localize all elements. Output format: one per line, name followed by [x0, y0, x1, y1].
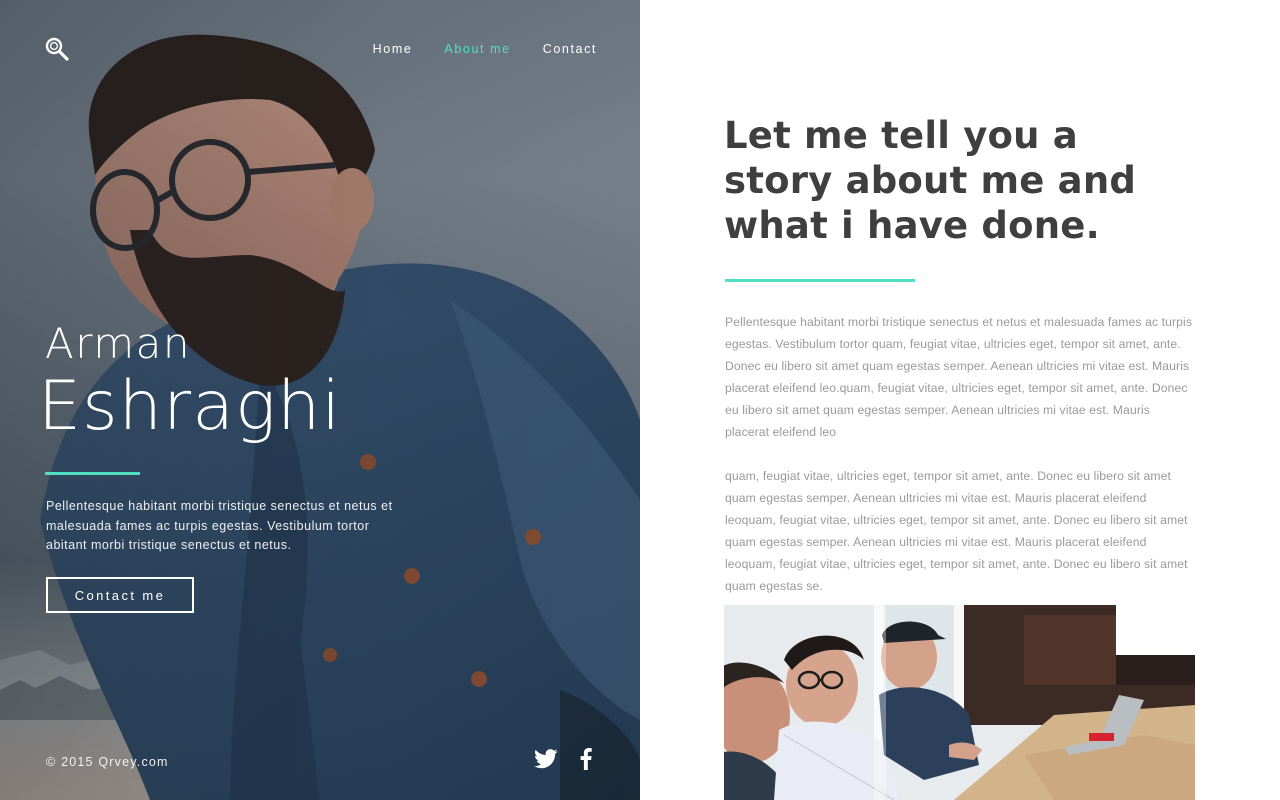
story-paragraph-1: Pellentesque habitant morbi tristique se…	[725, 315, 1193, 439]
facebook-icon[interactable]	[580, 748, 592, 775]
social-links	[534, 748, 592, 775]
hero-section: Home About me Contact Arman Eshraghi Pel…	[0, 0, 640, 800]
story-accent-divider	[725, 279, 915, 282]
hero-accent-divider	[45, 472, 140, 475]
story-heading: Let me tell you a story about me and wha…	[724, 114, 1137, 247]
contact-me-button[interactable]: Contact me	[46, 577, 194, 613]
magnifier-logo-icon[interactable]	[44, 36, 70, 62]
story-paragraph-2: quam, feugiat vitae, ultricies eget, tem…	[725, 469, 1188, 593]
main-nav: Home About me Contact	[373, 40, 597, 58]
nav-item-contact[interactable]: Contact	[543, 40, 597, 58]
twitter-icon[interactable]	[534, 749, 558, 774]
nav-item-about-me[interactable]: About me	[444, 40, 510, 58]
nav-item-home[interactable]: Home	[373, 40, 413, 58]
copyright-text: © 2015 Qrvey.com	[46, 755, 169, 769]
hero-last-name: Eshraghi	[38, 367, 342, 446]
team-meeting-photo	[724, 605, 1195, 800]
hero-description: Pellentesque habitant morbi tristique se…	[46, 499, 393, 552]
